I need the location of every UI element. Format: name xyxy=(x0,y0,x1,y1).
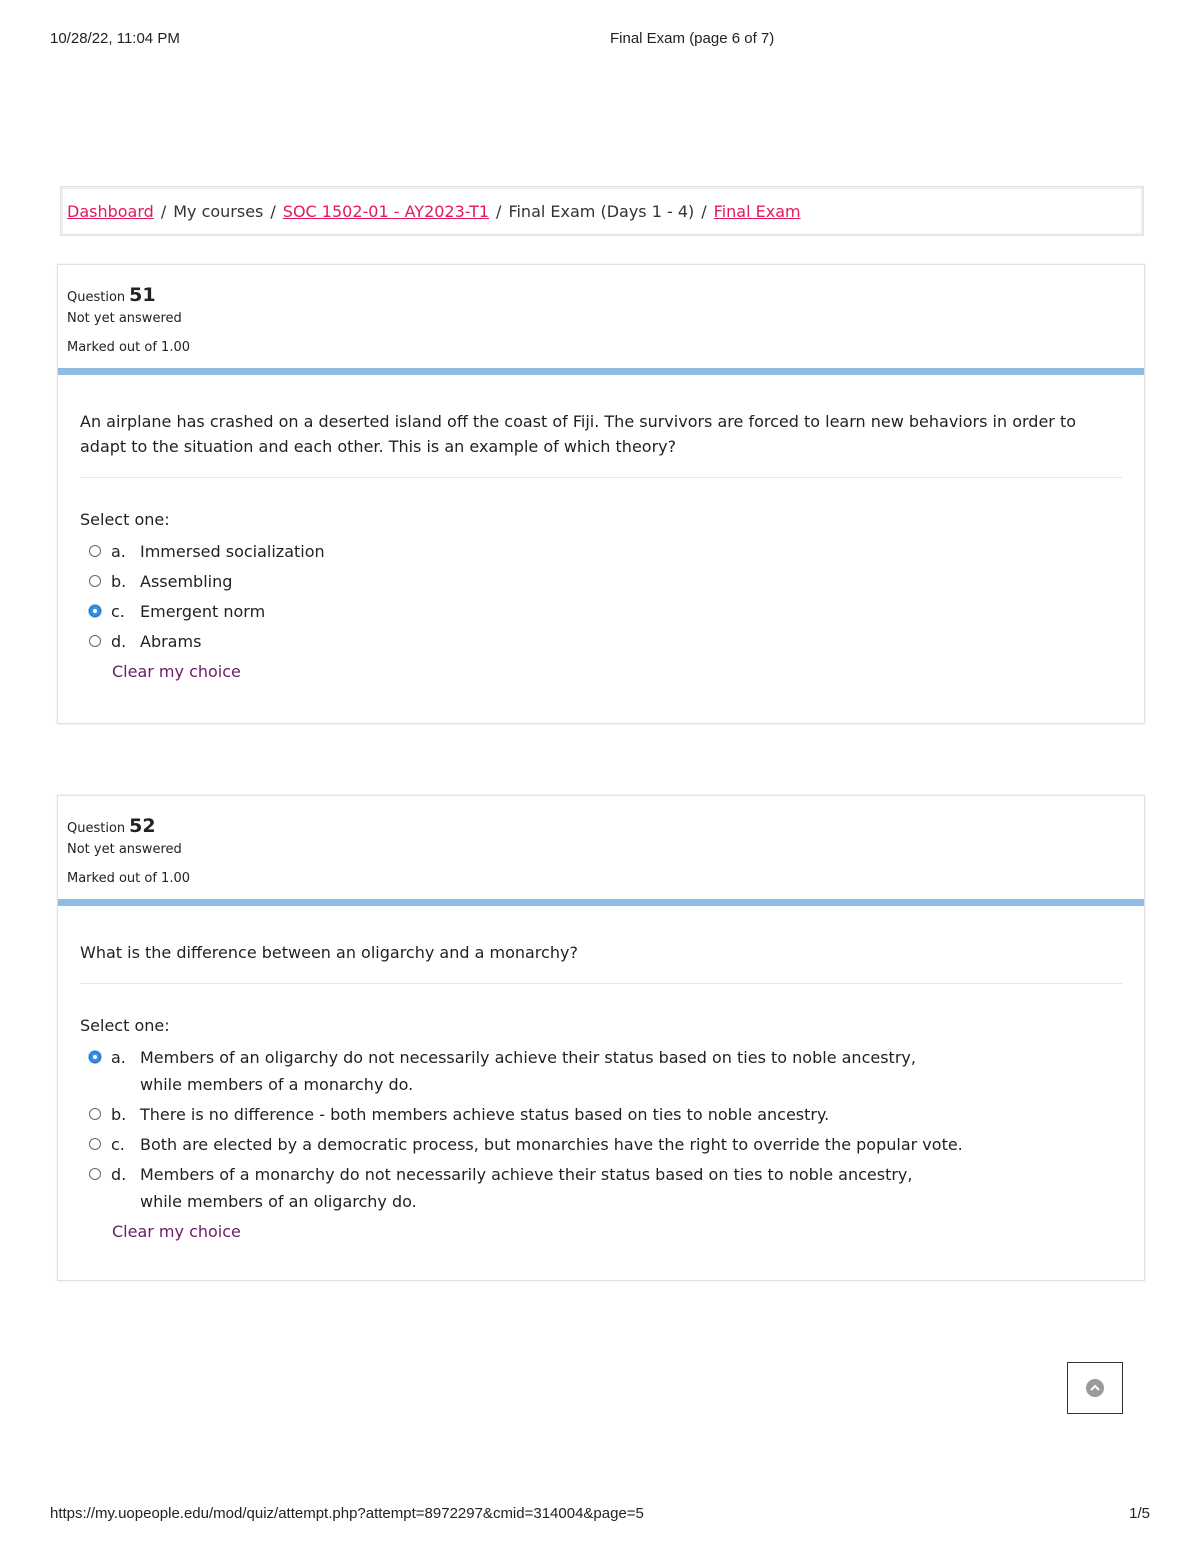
clear-my-choice-link[interactable]: Clear my choice xyxy=(112,1222,241,1241)
question-card-51: Question 51 Not yet answered Marked out … xyxy=(57,264,1145,724)
radio-button[interactable] xyxy=(89,1168,101,1180)
breadcrumb-section: Final Exam (Days 1 - 4) xyxy=(508,201,695,221)
option-letter: c. xyxy=(111,602,125,621)
breadcrumb-separator: / xyxy=(160,201,167,221)
breadcrumb-course[interactable]: SOC 1502-01 - AY2023-T1 xyxy=(283,202,489,221)
question-card-52: Question 52 Not yet answered Marked out … xyxy=(57,795,1145,1281)
print-header: 10/28/22, 11:04 PM Final Exam (page 6 of… xyxy=(50,30,1150,50)
breadcrumb-final-exam[interactable]: Final Exam xyxy=(714,202,801,221)
print-footer: https://my.uopeople.edu/mod/quiz/attempt… xyxy=(50,1505,1150,1525)
option-letter: b. xyxy=(111,572,127,591)
chevron-up-circle-icon xyxy=(1086,1379,1104,1397)
option-letter: c. xyxy=(111,1135,125,1154)
answer-option-d[interactable]: d. Members of a monarchy do not necessar… xyxy=(80,1161,1122,1215)
option-text: There is no difference - both members ac… xyxy=(140,1105,830,1124)
print-datetime: 10/28/22, 11:04 PM xyxy=(50,30,180,47)
breadcrumb-my-courses: My courses xyxy=(173,201,264,221)
radio-button[interactable] xyxy=(89,545,101,557)
answer-option-c[interactable]: c. Both are elected by a democratic proc… xyxy=(80,1131,1122,1158)
option-letter: a. xyxy=(111,1048,126,1067)
select-one-prompt: Select one: xyxy=(80,1016,170,1035)
option-text: Members of a monarchy do not necessarily… xyxy=(140,1165,913,1211)
question-state: Not yet answered xyxy=(67,842,182,857)
question-number: 51 xyxy=(129,284,156,306)
answer-options: a. Immersed socialization b. Assembling … xyxy=(80,538,1122,655)
answer-option-a[interactable]: a. Members of an oligarchy do not necess… xyxy=(80,1044,1122,1098)
print-title: Final Exam (page 6 of 7) xyxy=(610,30,775,47)
option-text: Both are elected by a democratic process… xyxy=(140,1135,963,1154)
radio-button-selected[interactable] xyxy=(89,605,101,617)
option-letter: b. xyxy=(111,1105,127,1124)
answer-option-c[interactable]: c. Emergent norm xyxy=(80,598,1122,625)
answer-option-b[interactable]: b. There is no difference - both members… xyxy=(80,1101,1122,1128)
clear-my-choice-link[interactable]: Clear my choice xyxy=(112,662,241,681)
question-state: Not yet answered xyxy=(67,311,182,326)
radio-button[interactable] xyxy=(89,1138,101,1150)
question-grade: Marked out of 1.00 xyxy=(67,871,191,886)
question-info: Question 52 Not yet answered Marked out … xyxy=(58,796,1144,893)
radio-button-selected[interactable] xyxy=(89,1051,101,1063)
answer-options: a. Members of an oligarchy do not necess… xyxy=(80,1044,1122,1215)
option-text: Members of an oligarchy do not necessari… xyxy=(140,1048,916,1094)
breadcrumb-separator: / xyxy=(270,201,276,221)
question-label: Question xyxy=(67,290,126,305)
question-number: 52 xyxy=(129,815,156,837)
question-text: What is the difference between an oligar… xyxy=(80,906,1122,984)
radio-button[interactable] xyxy=(89,575,101,587)
print-url: https://my.uopeople.edu/mod/quiz/attempt… xyxy=(50,1505,644,1522)
option-letter: d. xyxy=(111,1165,127,1184)
option-text: Abrams xyxy=(140,632,202,651)
breadcrumb-dashboard[interactable]: Dashboard xyxy=(67,202,154,221)
option-text: Emergent norm xyxy=(140,602,266,621)
question-info: Question 51 Not yet answered Marked out … xyxy=(58,265,1144,362)
radio-button[interactable] xyxy=(89,635,101,647)
select-one-prompt: Select one: xyxy=(80,510,170,529)
option-letter: a. xyxy=(111,542,126,561)
question-text: An airplane has crashed on a deserted is… xyxy=(80,375,1122,478)
option-text: Immersed socialization xyxy=(140,542,325,561)
question-info-bar xyxy=(58,368,1144,375)
option-letter: d. xyxy=(111,632,127,651)
radio-button[interactable] xyxy=(89,1108,101,1120)
back-to-top-button[interactable] xyxy=(1067,1362,1123,1414)
answer-option-b[interactable]: b. Assembling xyxy=(80,568,1122,595)
answer-option-a[interactable]: a. Immersed socialization xyxy=(80,538,1122,565)
question-grade: Marked out of 1.00 xyxy=(67,340,191,355)
breadcrumb: Dashboard / My courses / SOC 1502-01 - A… xyxy=(60,186,1144,236)
print-page-number: 1/5 xyxy=(1129,1505,1150,1522)
option-text: Assembling xyxy=(140,572,233,591)
breadcrumb-separator: / xyxy=(496,201,502,221)
question-info-bar xyxy=(58,899,1144,906)
breadcrumb-separator: / xyxy=(701,201,707,221)
answer-option-d[interactable]: d. Abrams xyxy=(80,628,1122,655)
question-label: Question xyxy=(67,821,126,836)
